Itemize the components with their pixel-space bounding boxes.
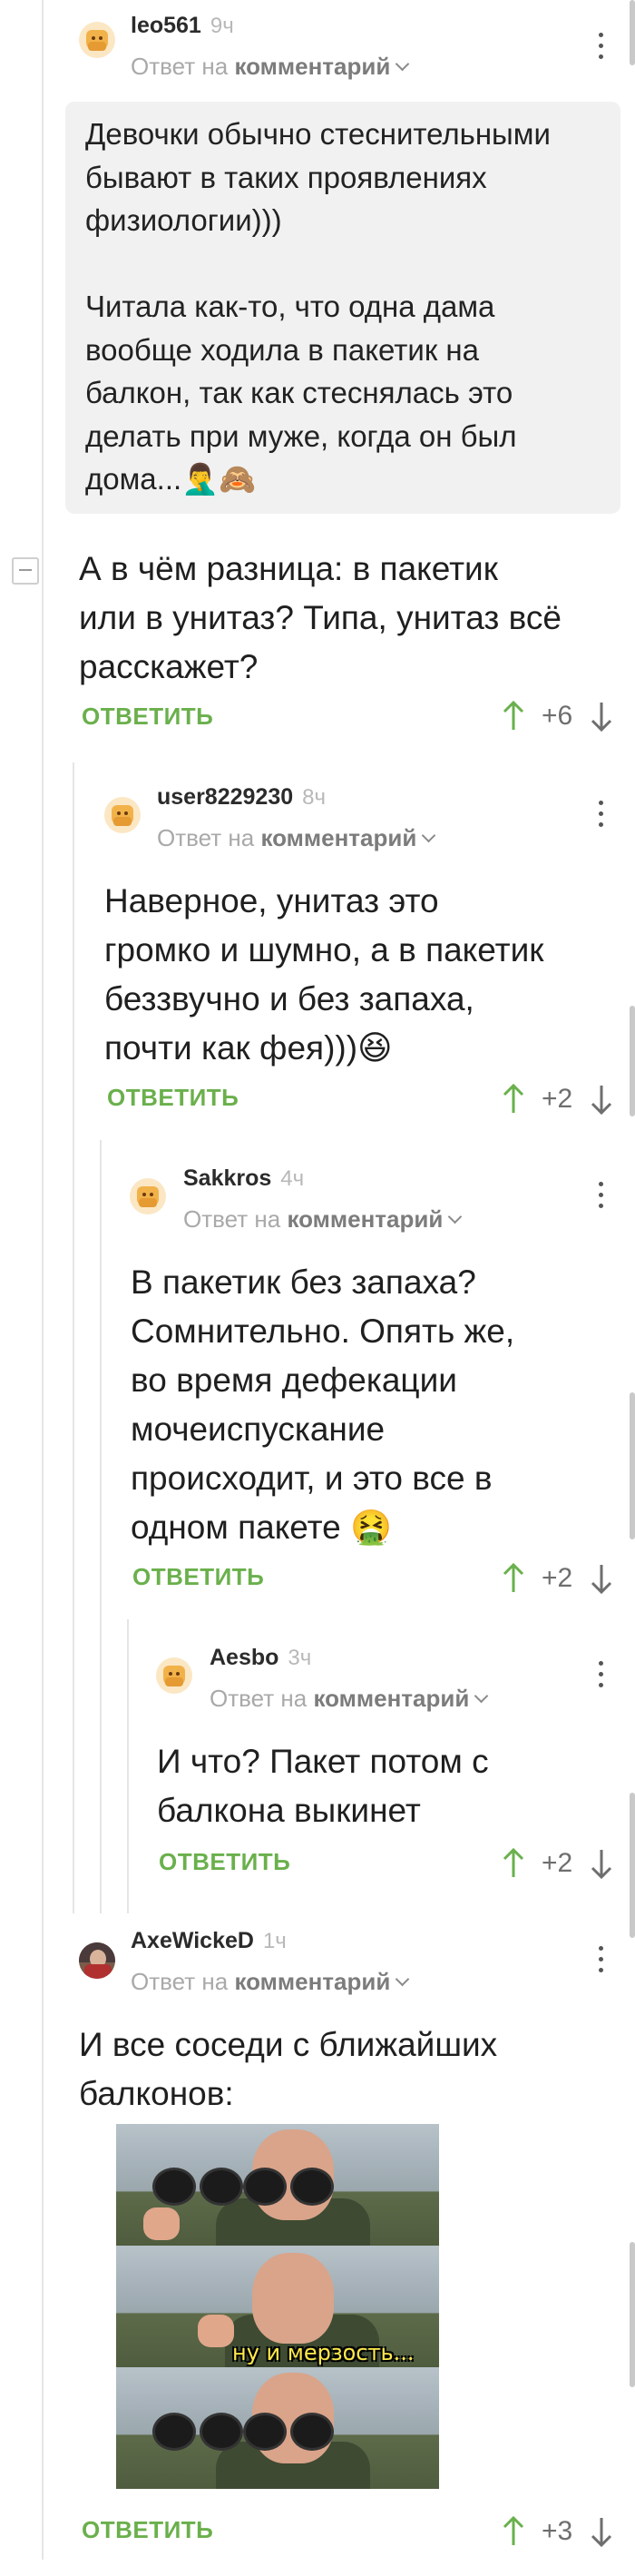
reply-to-link[interactable]: Ответ на комментарий [131,53,410,81]
meme-panel: ну и мерзость... [116,2246,439,2367]
reply-to-label: Ответ на [131,1968,229,1995]
thread-line [127,1619,129,1913]
reply-to-link[interactable]: Ответ на комментарий [157,824,436,852]
arrow-down-icon[interactable] [590,1848,613,1879]
kebab-menu-icon[interactable] [591,1942,610,1979]
arrow-down-icon[interactable] [590,1084,613,1115]
comment-time: 4ч [280,1166,305,1191]
scrollbar[interactable] [630,1793,635,1938]
author-name[interactable]: leo561 [131,13,201,38]
quoted-comment-text: Девочки обычно стеснительными бывают в т… [85,117,551,496]
kebab-menu-icon[interactable] [591,29,610,65]
chevron-down-icon[interactable] [448,1209,463,1224]
meme-caption: ну и мерзость... [232,2340,415,2365]
reply-to-target[interactable]: комментарий [260,824,416,851]
comment-body: В пакетик без запаха? Сомнительно. Опять… [131,1263,515,1546]
chevron-down-icon[interactable] [422,828,436,843]
arrow-up-icon[interactable] [502,1563,525,1594]
author-name[interactable]: Aesbo [210,1645,278,1670]
kebab-menu-icon[interactable] [591,1657,610,1694]
comment-body: И все соседи с ближайших балконов: [79,2026,498,2112]
comment-author[interactable]: AxeWickeD 1ч [131,1928,287,1954]
arrow-down-icon[interactable] [590,2516,613,2547]
avatar[interactable] [156,1657,192,1694]
reply-to-target[interactable]: комментарий [287,1205,443,1233]
comment-author[interactable]: user8229230 8ч [157,784,326,811]
kebab-menu-icon[interactable] [591,797,610,833]
reply-to-target[interactable]: комментарий [234,1968,390,1995]
scrollbar[interactable] [630,1392,635,1539]
vote-score: +3 [542,2516,573,2546]
arrow-up-icon[interactable] [502,701,525,732]
reply-button[interactable]: ОТВЕТИТЬ [132,1563,264,1591]
chevron-down-icon[interactable] [396,1971,410,1987]
reply-button[interactable]: ОТВЕТИТЬ [107,1084,239,1112]
avatar[interactable] [104,797,141,833]
thread-line [100,1140,102,1913]
avatar[interactable] [79,1942,115,1979]
comment-time: 8ч [302,785,326,810]
reply-to-link[interactable]: Ответ на комментарий [183,1205,463,1234]
avatar[interactable] [130,1178,166,1214]
comment-body: А в чём разница: в пакетик или в унитаз?… [79,550,562,685]
vote-score: +6 [542,701,573,731]
scrollbar[interactable] [630,0,635,65]
reply-to-link[interactable]: Ответ на комментарий [210,1685,489,1713]
reply-to-link[interactable]: Ответ на комментарий [131,1968,410,1996]
comment-body: И что? Пакет потом с балкона выкинет [157,1743,489,1829]
kebab-menu-icon[interactable] [591,1178,610,1214]
reply-to-target[interactable]: комментарий [234,53,390,80]
meme-image[interactable]: ну и мерзость... [116,2124,439,2489]
avatar[interactable] [79,22,115,58]
comment-time: 9ч [210,14,234,38]
reply-to-label: Ответ на [157,824,255,851]
comment-time: 1ч [262,1929,287,1953]
comment-author[interactable]: leo561 9ч [131,13,234,39]
vote-score: +2 [542,1563,573,1593]
author-name[interactable]: user8229230 [157,784,293,810]
collapse-icon[interactable] [12,557,39,585]
meme-panel [116,2367,439,2489]
comment-author[interactable]: Aesbo 3ч [210,1645,311,1671]
scrollbar[interactable] [630,2242,635,2387]
meme-panel [116,2124,439,2246]
comment-time: 3ч [288,1646,312,1670]
thread-line [73,762,74,1913]
reply-to-target[interactable]: комментарий [313,1685,469,1712]
reply-to-label: Ответ на [183,1205,281,1233]
reply-to-label: Ответ на [131,53,229,80]
author-name[interactable]: Sakkros [183,1165,271,1191]
arrow-down-icon[interactable] [590,1563,613,1594]
arrow-down-icon[interactable] [590,701,613,732]
chevron-down-icon[interactable] [396,56,410,72]
reply-button[interactable]: ОТВЕТИТЬ [82,2516,213,2544]
vote-score: +2 [542,1084,573,1114]
author-name[interactable]: AxeWickeD [131,1928,254,1953]
arrow-up-icon[interactable] [502,1084,525,1115]
vote-score: +2 [542,1848,573,1878]
scrollbar[interactable] [630,1006,635,1116]
arrow-up-icon[interactable] [502,1848,525,1879]
comment-body: Наверное, унитаз это громко и шумно, а в… [104,882,544,1067]
thread-line [42,0,44,2560]
reply-button[interactable]: ОТВЕТИТЬ [82,703,213,731]
comment-author[interactable]: Sakkros 4ч [183,1165,304,1192]
chevron-down-icon[interactable] [474,1688,489,1704]
reply-to-label: Ответ на [210,1685,308,1712]
arrow-up-icon[interactable] [502,2516,525,2547]
reply-button[interactable]: ОТВЕТИТЬ [159,1848,290,1876]
